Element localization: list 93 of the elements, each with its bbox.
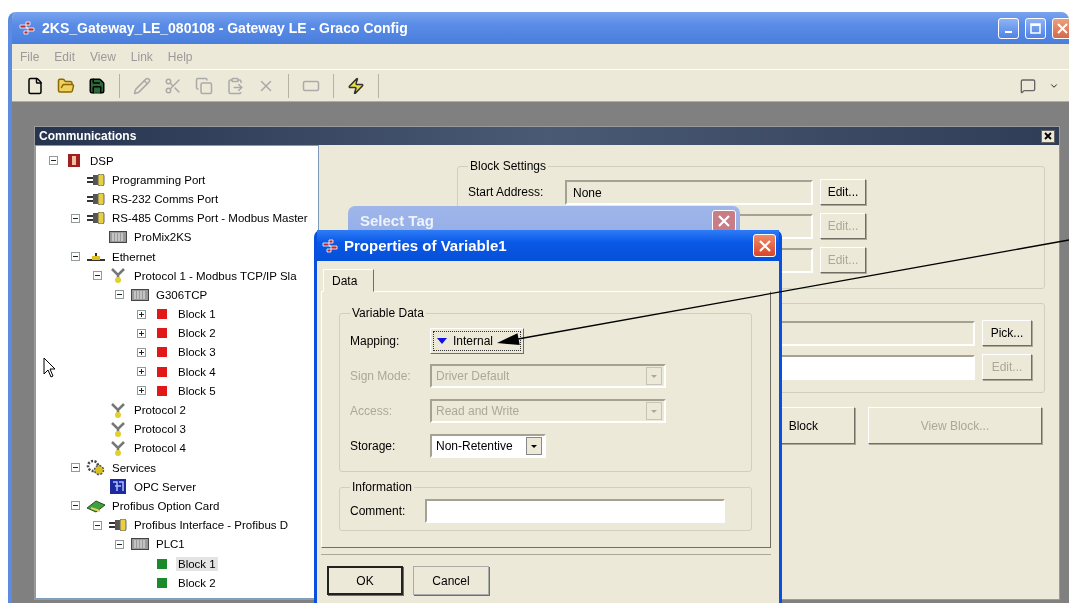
expand-toggle[interactable]	[114, 539, 124, 549]
expand-toggle[interactable]	[136, 309, 146, 319]
window-title: 2KS_Gateway_LE_080108 - Gateway LE - Graco Config	[42, 20, 409, 36]
plug-icon	[87, 173, 105, 186]
close-icon	[718, 215, 730, 227]
minimize-icon	[1005, 31, 1012, 33]
dialog-title: Select Tag	[360, 211, 435, 229]
tree-item[interactable]: Block 2	[176, 326, 218, 341]
group-title: Variable Data	[351, 306, 425, 320]
expand-toggle[interactable]	[70, 463, 80, 473]
gears-icon	[86, 459, 106, 477]
expand-toggle[interactable]	[92, 520, 102, 530]
tree-item[interactable]: Block 1	[176, 556, 218, 571]
group-title: Block Settings	[469, 159, 548, 173]
input-field[interactable]: None	[565, 179, 813, 205]
tree-item[interactable]: Protocol 1 - Modbus TCP/IP Sla	[132, 268, 299, 283]
tree-item[interactable]: Profibus Interface - Profibus D	[132, 518, 291, 533]
new-file-icon[interactable]	[26, 76, 44, 95]
rack-icon	[67, 153, 81, 169]
expand-toggle[interactable]	[92, 271, 102, 281]
network-icon	[87, 250, 105, 263]
maximize-icon	[1030, 22, 1041, 34]
dropdown[interactable]: Non-Retentive	[430, 434, 546, 458]
tree-item[interactable]: Block 3	[176, 345, 218, 360]
tab[interactable]: Data	[323, 269, 375, 292]
input-field[interactable]	[425, 499, 725, 523]
field-label: Start Address:	[468, 185, 545, 199]
module-icon	[131, 288, 149, 301]
maximize-button[interactable]	[1025, 17, 1046, 39]
tree-item[interactable]: Protocol 3	[132, 422, 188, 437]
triangle-icon	[437, 338, 447, 344]
tree-item[interactable]: G306TCP	[154, 287, 210, 302]
tree-item[interactable]: Services	[110, 460, 159, 475]
tree-item[interactable]: PLC1	[154, 537, 187, 552]
tree-item[interactable]: RS-232 Comms Port	[110, 191, 221, 206]
close-icon	[1044, 132, 1052, 140]
speech-bubble-icon[interactable]	[1020, 77, 1036, 94]
field-label: Mapping:	[350, 334, 401, 348]
plug-icon	[87, 212, 105, 225]
close-icon	[1057, 22, 1068, 34]
module-icon	[131, 538, 149, 551]
open-folder-icon[interactable]	[57, 76, 75, 95]
edit-button[interactable]: Edit...	[820, 179, 866, 205]
child-window-title: Communications	[39, 129, 138, 143]
tree-item[interactable]: DSP	[88, 153, 116, 168]
app-logo-icon	[321, 237, 339, 254]
expand-toggle[interactable]	[136, 328, 146, 338]
tree-item[interactable]: Block 4	[176, 364, 218, 379]
connector-icon	[110, 401, 126, 419]
tree-item[interactable]: Ethernet	[110, 249, 158, 264]
cancel-button[interactable]: Cancel	[413, 566, 489, 595]
connector-icon	[110, 439, 126, 457]
group-title: Information	[351, 480, 414, 494]
app-logo-icon	[18, 20, 36, 36]
field-label: Comment:	[350, 504, 407, 518]
mouse-pointer-icon	[43, 357, 56, 378]
ok-button[interactable]: OK	[327, 566, 403, 595]
expand-toggle[interactable]	[136, 386, 146, 396]
minimize-button[interactable]	[998, 17, 1019, 39]
expand-toggle[interactable]	[114, 290, 124, 300]
dropdown-button[interactable]: Internal	[430, 328, 524, 354]
save-icon[interactable]	[88, 76, 106, 95]
field-label: Sign Mode:	[350, 369, 412, 383]
lightning-icon[interactable]	[347, 76, 365, 95]
plug-icon	[87, 192, 105, 205]
tree-item[interactable]: OPC Server	[132, 479, 198, 494]
tree-item[interactable]: Block 5	[176, 383, 218, 398]
tree-item[interactable]: ProMix2KS	[132, 230, 194, 245]
module-icon	[109, 231, 127, 244]
expand-toggle[interactable]	[48, 156, 58, 166]
expand-toggle[interactable]	[136, 367, 146, 377]
connector-icon	[110, 267, 126, 285]
server-icon	[109, 478, 127, 496]
plug-icon	[109, 519, 127, 532]
tree-item[interactable]: Block 1	[176, 307, 218, 322]
close-button[interactable]	[1041, 129, 1055, 143]
expand-toggle[interactable]	[70, 501, 80, 511]
connector-icon	[110, 420, 126, 438]
close-icon	[758, 239, 771, 252]
tree-item[interactable]: Profibus Option Card	[110, 498, 222, 513]
tree-item[interactable]: RS-485 Comms Port - Modbus Master	[110, 211, 310, 226]
field-label: Storage:	[350, 439, 397, 453]
card-icon	[86, 498, 106, 513]
dialog-title: Properties of Variable1	[344, 237, 508, 254]
tree-item[interactable]: Protocol 4	[132, 441, 188, 456]
tree-item[interactable]: Programming Port	[110, 172, 208, 187]
expand-toggle[interactable]	[136, 347, 146, 357]
expand-toggle[interactable]	[70, 252, 80, 262]
expand-toggle[interactable]	[70, 213, 80, 223]
field-label: Access:	[350, 404, 393, 418]
tree-item[interactable]: Block 2	[176, 575, 218, 590]
tree-item[interactable]: Protocol 2	[132, 403, 188, 418]
pick-button[interactable]: Pick...	[982, 320, 1032, 346]
